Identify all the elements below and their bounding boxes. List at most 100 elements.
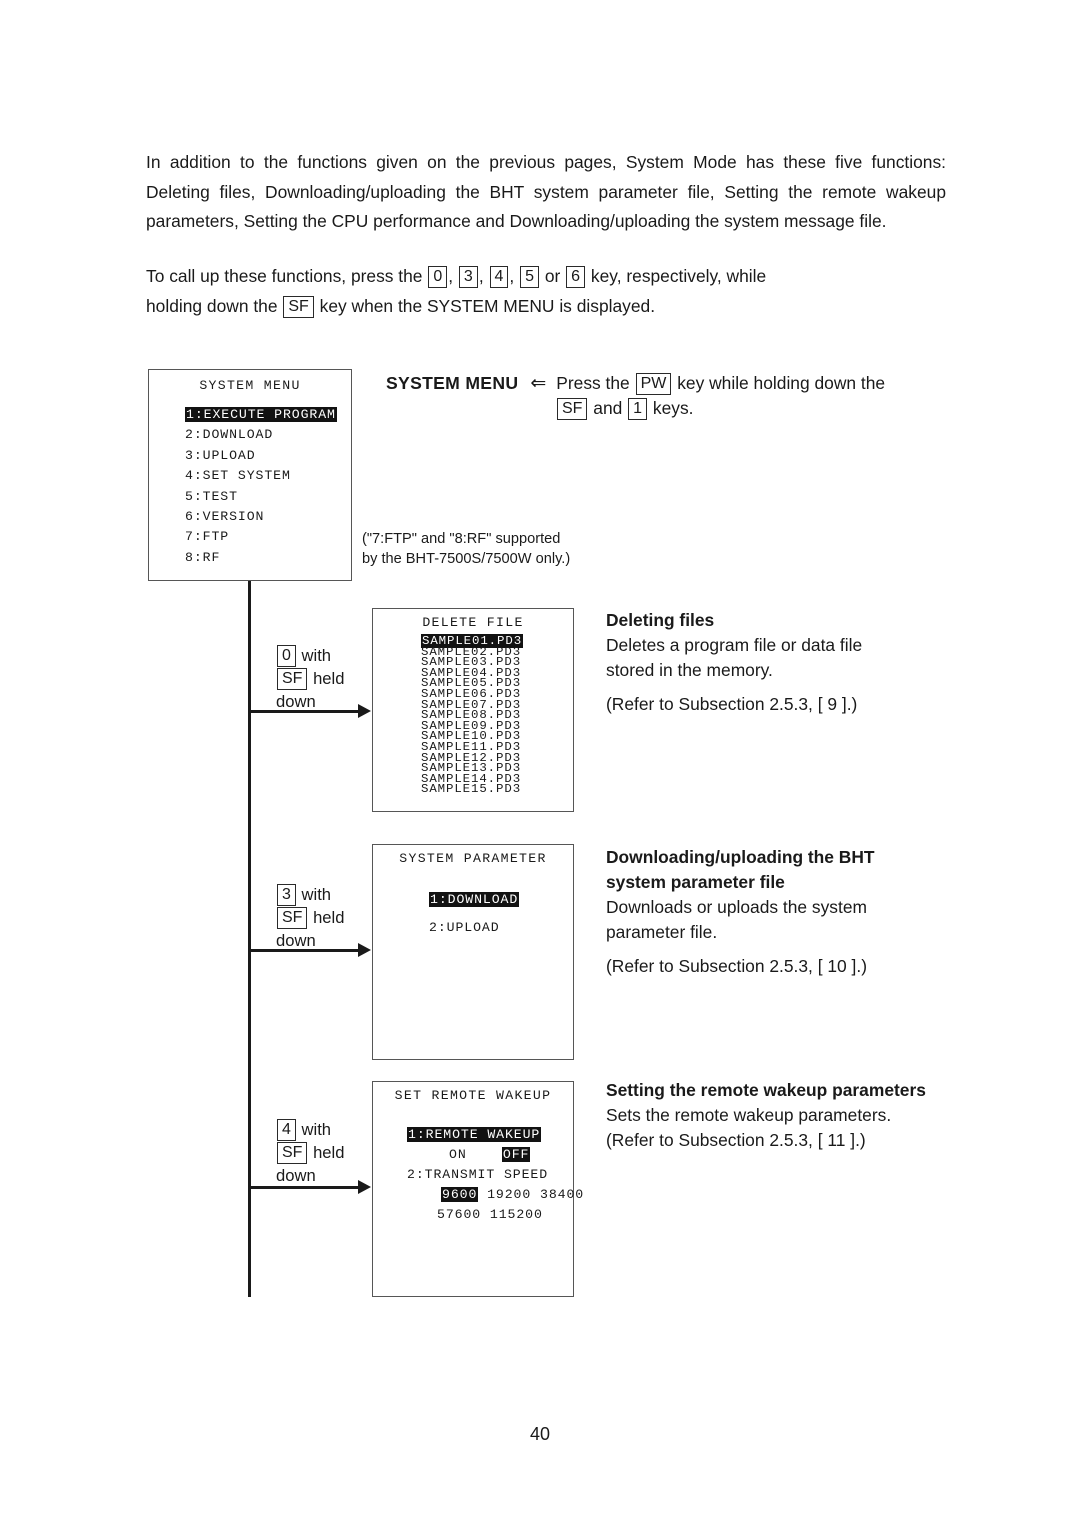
delete-file-list: SAMPLE01.PD3 SAMPLE02.PD3 SAMPLE03.PD3 S…	[373, 634, 573, 795]
system-menu-screen: SYSTEM MENU 1:EXECUTE PROGRAM 2:DOWNLOAD…	[148, 369, 352, 581]
intro-text-before-keys: To call up these functions, press the	[146, 266, 423, 286]
delete-file-callout: Deleting files Deletes a program file or…	[606, 608, 936, 717]
system-menu-item-execute-program[interactable]: 1:EXECUTE PROGRAM	[185, 405, 351, 425]
system-parameter-callout-reference: (Refer to Subsection 2.5.3, [ 10 ].)	[606, 956, 867, 976]
remote-wakeup-off-option[interactable]: OFF	[501, 1147, 531, 1162]
branch-label-2-line-3: down	[276, 1166, 316, 1185]
branch-held-word-1: held	[313, 908, 345, 927]
branch-held-word-0: held	[313, 669, 345, 688]
flow-trunk-line	[248, 581, 251, 1297]
intro-paragraph-2-line-1: To call up these functions, press the 0,…	[146, 262, 946, 292]
branch-with-word-1: with	[301, 885, 332, 904]
remote-wakeup-screen: SET REMOTE WAKEUP 1:REMOTE WAKEUP ON OFF…	[372, 1081, 583, 1297]
key-separator-1: ,	[448, 266, 454, 286]
system-parameter-item-upload[interactable]: 2:UPLOAD	[429, 914, 573, 942]
key-5-glyph: 5	[520, 266, 540, 288]
page-number: 40	[529, 1424, 551, 1444]
delete-file-screen: DELETE FILE SAMPLE01.PD3 SAMPLE02.PD3 SA…	[372, 608, 574, 812]
branch-label-2-line-2: SF held	[276, 1141, 344, 1164]
remote-wakeup-callout: Setting the remote wakeup parameters Set…	[606, 1078, 946, 1153]
remote-wakeup-callout-heading: Setting the remote wakeup parameters	[606, 1080, 926, 1100]
remote-wakeup-option-2[interactable]: 2:TRANSMIT SPEED	[407, 1165, 573, 1185]
transmit-speed-option-57600[interactable]: 57600	[437, 1207, 481, 1222]
transmit-speed-option-38400[interactable]: 38400	[540, 1187, 584, 1202]
system-menu-item-version[interactable]: 6:VERSION	[185, 507, 351, 527]
system-parameter-screen-title: SYSTEM PARAMETER	[399, 851, 547, 866]
callout-line2-after: keys.	[652, 398, 694, 418]
system-parameter-item-list: 1:DOWNLOAD 2:UPLOAD	[373, 886, 573, 942]
system-menu-callout: SYSTEM MENU ⇐ Press the PW key while holdi…	[386, 371, 926, 421]
transmit-speed-option-115200[interactable]: 115200	[490, 1207, 543, 1222]
remote-wakeup-callout-reference: (Refer to Subsection 2.5.3, [ 11 ].)	[606, 1130, 866, 1150]
system-parameter-item-download[interactable]: 1:DOWNLOAD	[429, 886, 573, 914]
remote-wakeup-option-1[interactable]: 1:REMOTE WAKEUP	[407, 1125, 573, 1145]
delete-file-callout-reference: (Refer to Subsection 2.5.3, [ 9 ].)	[606, 694, 858, 714]
system-menu-callout-title: SYSTEM MENU	[386, 373, 519, 393]
branch-label-0-line-2: SF held	[276, 667, 344, 690]
system-menu-screen-title: SYSTEM MENU	[199, 378, 301, 393]
system-menu-item-upload[interactable]: 3:UPLOAD	[185, 446, 351, 466]
key-1-glyph: 1	[628, 398, 648, 420]
branch-label-0-line-3: down	[276, 692, 316, 711]
delete-file-callout-heading: Deleting files	[606, 610, 715, 630]
transmit-speed-option-19200[interactable]: 19200	[487, 1187, 531, 1202]
intro-paragraph-1: In addition to the functions given on th…	[146, 152, 946, 231]
key-pw-glyph: PW	[635, 373, 672, 395]
branch-label-key-4: 4 with SF held down	[276, 1118, 344, 1187]
left-arrow-icon: ⇐	[530, 373, 547, 394]
key-sf-glyph-branch-0: SF	[277, 668, 308, 690]
remote-wakeup-on-option[interactable]: ON	[449, 1147, 467, 1162]
system-menu-item-label: 1:EXECUTE PROGRAM	[185, 407, 337, 422]
ftp-note-line-2: by the BHT-7500S/7500W only.)	[362, 550, 571, 567]
callout-line1-before: Press the	[556, 373, 630, 393]
flow-arrowhead-system-parameter-icon	[358, 943, 371, 957]
ftp-note-line-1: ("7:FTP" and "8:RF" supported	[362, 531, 561, 547]
transmit-speed-row-2: 57600 115200	[407, 1205, 573, 1225]
system-menu-item-list: 1:EXECUTE PROGRAM 2:DOWNLOAD 3:UPLOAD 4:…	[149, 405, 351, 568]
system-menu-item-set-system[interactable]: 4:SET SYSTEM	[185, 466, 351, 486]
branch-label-1-line-1: 3 with	[276, 883, 344, 906]
key-3-glyph: 3	[458, 266, 478, 288]
delete-file-screen-title: DELETE FILE	[422, 615, 524, 630]
callout-line1-after: key while holding down the	[677, 373, 886, 393]
intro-line2-before: holding down the	[146, 295, 278, 316]
system-parameter-callout-heading-line-1: Downloading/uploading the BHT	[606, 847, 875, 867]
key-6-glyph: 6	[566, 266, 586, 288]
key-separator-2: ,	[478, 266, 484, 286]
key-sf-glyph-branch-2: SF	[277, 1142, 308, 1164]
system-parameter-callout: Downloading/uploading the BHT system par…	[606, 845, 936, 979]
remote-wakeup-body: 1:REMOTE WAKEUP ON OFF 2:TRANSMIT SPEED …	[373, 1125, 583, 1225]
key-sf-glyph-callout: SF	[557, 398, 588, 420]
key-4-glyph-branch: 4	[277, 1119, 296, 1141]
intro-paragraph-2-line-2: holding down the SF key when the SYSTEM …	[146, 292, 946, 322]
delete-file-callout-body-line-2: stored in the memory.	[606, 660, 773, 680]
branch-with-word-0: with	[301, 646, 332, 665]
list-item[interactable]: SAMPLE15.PD3	[421, 783, 573, 795]
system-parameter-callout-body-line-1: Downloads or uploads the system	[606, 897, 867, 917]
system-menu-item-rf[interactable]: 8:RF	[185, 548, 351, 568]
branch-held-word-2: held	[313, 1143, 345, 1162]
flow-arrowhead-remote-wakeup-icon	[358, 1180, 371, 1194]
branch-label-1-line-2: SF held	[276, 906, 344, 929]
branch-label-key-3: 3 with SF held down	[276, 883, 344, 952]
branch-label-0-line-1: 0 with	[276, 644, 344, 667]
branch-label-2-line-1: 4 with	[276, 1118, 344, 1141]
transmit-speed-option-9600[interactable]: 9600	[441, 1187, 479, 1202]
system-menu-callout-line-1: SYSTEM MENU ⇐ Press the PW key while holdi…	[386, 371, 926, 396]
key-3-glyph-branch: 3	[277, 884, 296, 906]
system-menu-item-ftp[interactable]: 7:FTP	[185, 527, 351, 547]
flow-arrowhead-delete-file-icon	[358, 704, 371, 718]
key-or-word: or	[544, 266, 561, 286]
remote-wakeup-onoff-row: ON OFF	[407, 1145, 573, 1165]
remote-wakeup-callout-body-line-1: Sets the remote wakeup parameters.	[606, 1105, 892, 1125]
intro-text-after-keys: key, respectively, while	[590, 266, 767, 286]
key-sf-glyph: SF	[283, 295, 314, 318]
system-parameter-callout-heading-line-2: system parameter file	[606, 872, 785, 892]
system-menu-callout-line-2: SF and 1 keys.	[556, 396, 926, 421]
ftp-rf-support-note: ("7:FTP" and "8:RF" supported by the BHT…	[362, 530, 612, 569]
system-menu-item-download[interactable]: 2:DOWNLOAD	[185, 425, 351, 445]
callout-and-word: and	[593, 398, 623, 418]
system-menu-item-test[interactable]: 5:TEST	[185, 487, 351, 507]
